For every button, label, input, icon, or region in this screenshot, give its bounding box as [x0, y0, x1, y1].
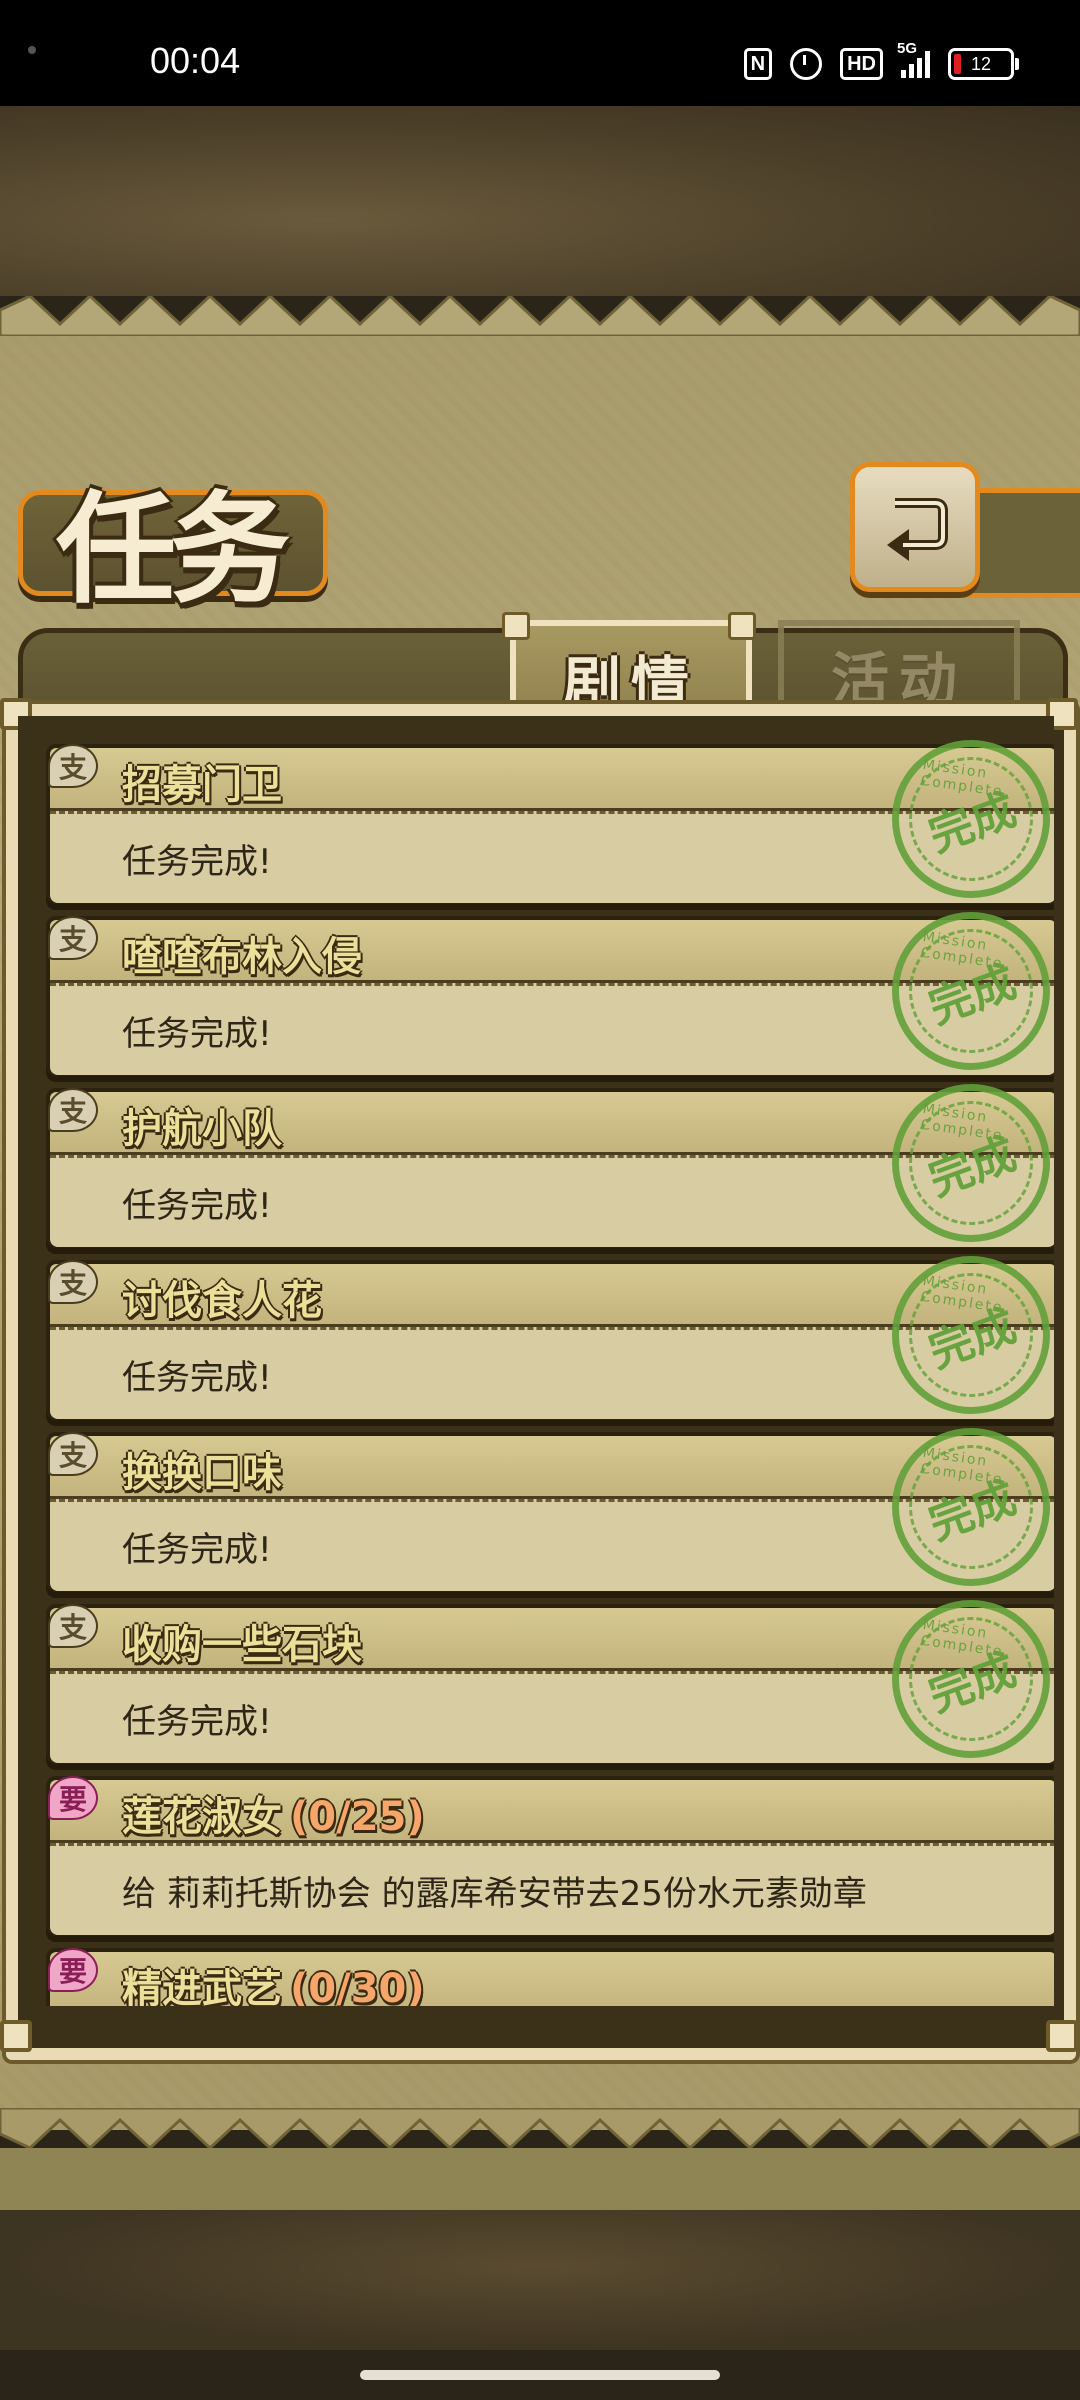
frame-corner: [0, 2020, 32, 2052]
quest-description: 给 莉莉托斯协会 的露库希安带去25份水元素勋章: [122, 1874, 867, 1914]
page-title: 任务: [56, 479, 290, 620]
quest-description: 任务完成!: [122, 1186, 272, 1226]
quest-title: 护航小队: [122, 1106, 282, 1152]
quest-item[interactable]: 支 讨伐食人花 任务完成! Mission Complete 完成: [46, 1241, 1054, 1429]
quest-title: 收购一些石块: [122, 1622, 362, 1668]
quest-item[interactable]: 要 精进武艺 (0/30): [46, 1948, 1054, 2006]
quest-body: 给 莉莉托斯协会 的露库希安带去25份水元素勋章: [50, 1843, 1054, 1935]
main-quest-badge: 要: [48, 1948, 98, 1992]
side-quest-badge: 支: [48, 1260, 98, 1304]
board-bottom-band: [0, 2148, 1080, 2210]
zigzag-edge-top: [0, 296, 1080, 336]
quest-progress: (0/30): [290, 1966, 425, 2006]
quest-description: 任务完成!: [122, 1014, 272, 1054]
status-icons: N HD 5G 12: [743, 40, 1019, 80]
quest-item[interactable]: 支 招募门卫 任务完成! Mission Complete 完成: [46, 725, 1054, 913]
quest-title: 莲花淑女 (0/25): [122, 1794, 425, 1840]
map-background-top: [0, 106, 1080, 296]
quest-item[interactable]: 支 换换口味 任务完成! Mission Complete 完成: [46, 1413, 1054, 1601]
quest-description: 任务完成!: [122, 1358, 272, 1398]
quest-title: 精进武艺 (0/30): [122, 1956, 425, 2006]
home-indicator[interactable]: [360, 2370, 720, 2380]
quest-header: 要 精进武艺 (0/30): [48, 1948, 1054, 2006]
network-type: 5G: [897, 40, 918, 57]
map-background-bottom: [0, 2210, 1080, 2350]
side-quest-badge: 支: [48, 1604, 98, 1648]
side-quest-badge: 支: [48, 916, 98, 960]
tab-corner: [502, 612, 530, 640]
quest-list[interactable]: 支 招募门卫 任务完成! Mission Complete 完成 支 喳喳布林入…: [18, 716, 1054, 2006]
quest-description: 任务完成!: [122, 842, 272, 882]
quest-item[interactable]: 支 护航小队 任务完成! Mission Complete 完成: [46, 1069, 1054, 1257]
side-quest-badge: 支: [48, 744, 98, 788]
hd-icon: HD: [840, 48, 883, 80]
quest-item[interactable]: 支 收购一些石块 任务完成! Mission Complete 完成: [46, 1585, 1054, 1773]
status-bar: 00:04 N HD 5G 12: [0, 0, 1080, 106]
quest-title: 讨伐食人花: [122, 1278, 322, 1324]
zigzag-edge-bottom: [0, 2108, 1080, 2148]
quest-title: 喳喳布林入侵: [122, 934, 362, 980]
quest-description: 任务完成!: [122, 1702, 272, 1742]
alarm-icon: [790, 48, 823, 80]
quest-progress: (0/25): [290, 1794, 425, 1840]
battery-icon: 12: [948, 48, 1019, 80]
quest-item[interactable]: 要 莲花淑女 (0/25) 给 莉莉托斯协会 的露库希安带去25份水元素勋章: [46, 1776, 1054, 1936]
tab-corner: [728, 612, 756, 640]
quest-title: 换换口味: [122, 1450, 282, 1496]
quest-item[interactable]: 支 喳喳布林入侵 任务完成! Mission Complete 完成: [46, 897, 1054, 1085]
quest-title: 招募门卫: [122, 762, 282, 808]
main-quest-badge: 要: [48, 1776, 98, 1820]
signal-icon: 5G: [897, 40, 930, 78]
side-quest-badge: 支: [48, 1432, 98, 1476]
camera-dot: [28, 46, 36, 54]
return-arrow-icon: [887, 498, 948, 561]
side-quest-badge: 支: [48, 1088, 98, 1132]
nfc-icon: N: [743, 48, 773, 80]
status-time: 00:04: [150, 40, 241, 81]
quest-header: 要 莲花淑女 (0/25): [48, 1776, 1054, 1843]
back-button[interactable]: [850, 462, 980, 592]
frame-corner: [1046, 2020, 1078, 2052]
quest-description: 任务完成!: [122, 1530, 272, 1570]
